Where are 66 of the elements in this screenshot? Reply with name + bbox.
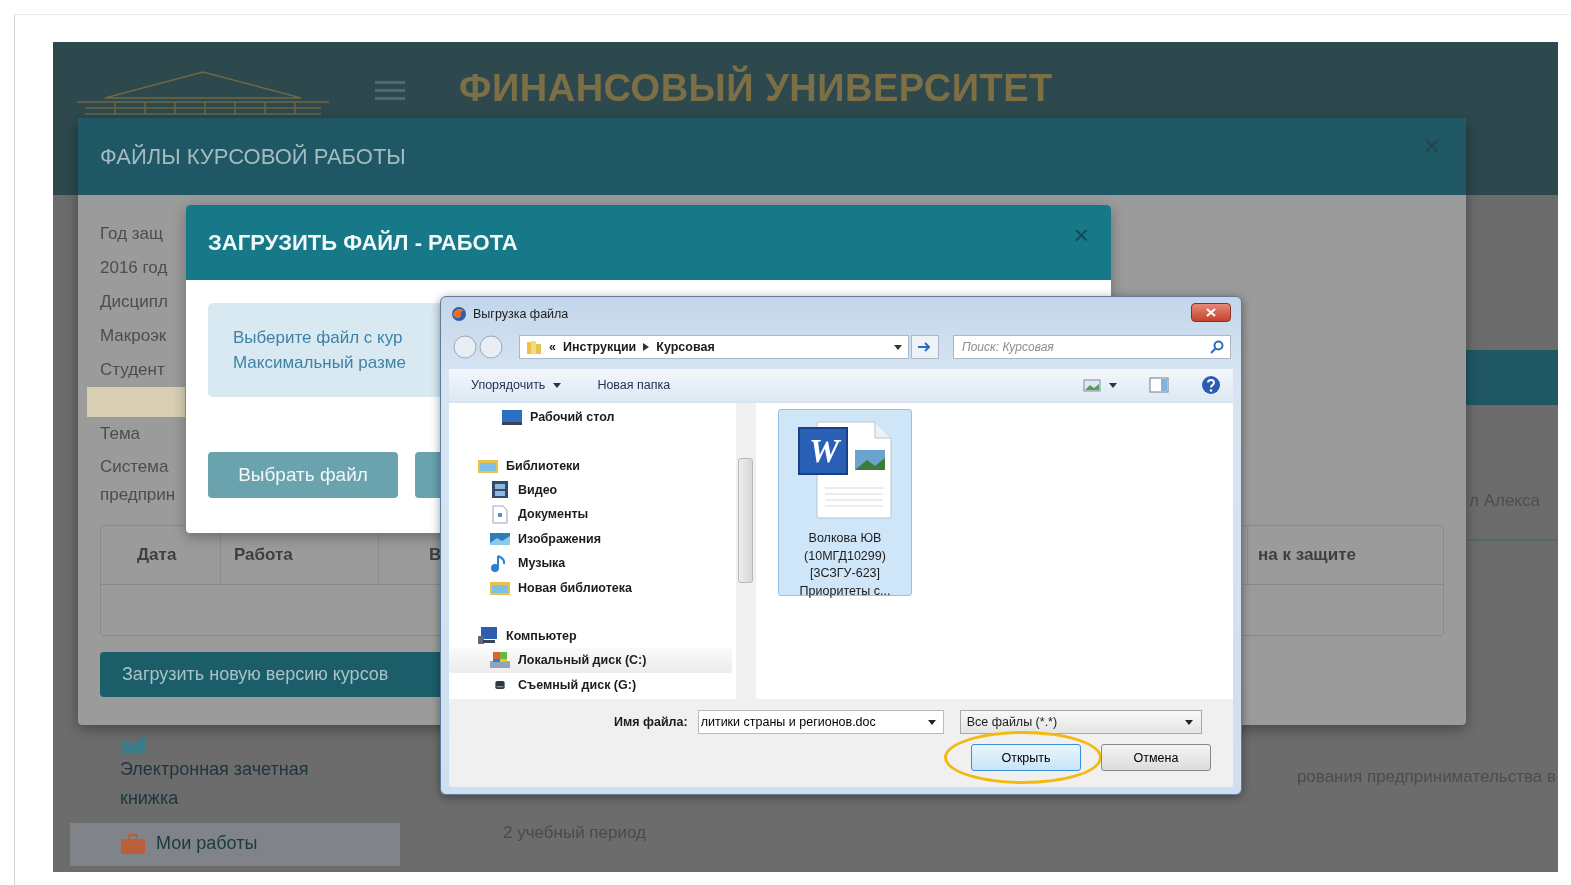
scrollbar[interactable]	[736, 403, 756, 699]
briefcase-icon	[120, 833, 146, 854]
browser-icon	[451, 306, 467, 322]
caret-icon	[1184, 719, 1193, 725]
forward-circle-icon	[479, 335, 503, 359]
filename-field[interactable]: литики страны и регионов.doc	[697, 710, 944, 734]
views-button[interactable]	[1083, 378, 1117, 392]
menu-icon	[375, 80, 405, 102]
field-label: Студент	[100, 359, 165, 381]
modal-title: ЗАГРУЗИТЬ ФАЙЛ - РАБОТА	[208, 229, 518, 256]
help-icon	[1201, 375, 1221, 395]
tree-item[interactable]: Компьютер	[449, 623, 732, 649]
open-button[interactable]: Открыть	[971, 744, 1081, 771]
breadcrumb-item[interactable]: Инструкции	[562, 340, 637, 354]
tree-item[interactable]: Библиотеки	[449, 453, 732, 478]
breadcrumb-item[interactable]: Курсовая	[656, 340, 715, 354]
file-item[interactable]: W Волкова ЮВ (10МГД10299) [3СЗГУ-623] Приоритеты с...	[778, 409, 912, 596]
close-icon	[1206, 307, 1216, 317]
drive-icon	[489, 650, 511, 670]
window-title: Выгрузка файла	[473, 307, 570, 321]
field-label: Год защ	[100, 223, 164, 245]
tree-item[interactable]: Музыка	[449, 550, 732, 576]
field-label: Дисципл	[100, 291, 168, 313]
caret-icon	[894, 344, 902, 350]
back-button[interactable]	[453, 335, 477, 359]
tree-item[interactable]: Локальный диск (C:)	[449, 648, 732, 673]
arrow-icon	[643, 343, 650, 351]
caret-icon	[927, 720, 936, 725]
chevron-text: «	[549, 340, 556, 354]
caret-icon	[1109, 382, 1117, 388]
desktop-icon	[501, 407, 523, 427]
modal-title: ФАЙЛЫ КУРСОВОЙ РАБОТЫ	[100, 143, 406, 170]
forward-button[interactable]	[479, 335, 503, 359]
file-type-dropdown[interactable]: Все файлы (*.*)	[959, 710, 1202, 734]
computer-icon	[477, 626, 499, 646]
close-button[interactable]	[1191, 302, 1231, 322]
document-icon	[489, 504, 511, 524]
field-label: Макроэк	[100, 325, 167, 347]
help-button[interactable]	[1201, 375, 1221, 395]
field-label: 2016 год	[100, 257, 168, 279]
pane-icon	[1149, 377, 1169, 393]
folder-icon	[526, 339, 542, 355]
tree-item[interactable]: Изображения	[449, 526, 732, 551]
picture-icon	[1083, 378, 1101, 392]
scrollbar-thumb[interactable]	[738, 458, 753, 583]
field-label: Тема	[100, 423, 141, 445]
column-header: на к защите	[1257, 544, 1357, 566]
tree-item[interactable]: Видео	[449, 477, 732, 503]
site-title: ФИНАНСОВЫЙ УНИВЕРСИТЕТ	[459, 67, 1053, 110]
topic-text: Система предприн	[100, 456, 176, 506]
field-label: Имя файла:	[614, 715, 688, 729]
chart-icon	[120, 735, 146, 755]
cancel-button[interactable]: Отмена	[1101, 744, 1211, 771]
back-circle-icon	[453, 335, 477, 359]
arrows-icon	[917, 341, 933, 353]
search-field[interactable]: Поиск: Курсовая	[953, 335, 1231, 359]
refresh-button[interactable]	[911, 335, 939, 359]
search-icon	[1210, 340, 1224, 354]
address-bar[interactable]: « Инструкции Курсовая	[519, 335, 909, 359]
preview-pane-button[interactable]	[1149, 377, 1169, 393]
tree-item[interactable]: Рабочий стол	[449, 405, 732, 430]
toolbar-button[interactable]: Новая папка	[597, 378, 671, 392]
caret-icon	[553, 382, 562, 388]
toolbar-button[interactable]: Упорядочить	[471, 378, 562, 392]
video-icon	[489, 480, 511, 500]
tree-item[interactable]: Документы	[449, 502, 732, 527]
